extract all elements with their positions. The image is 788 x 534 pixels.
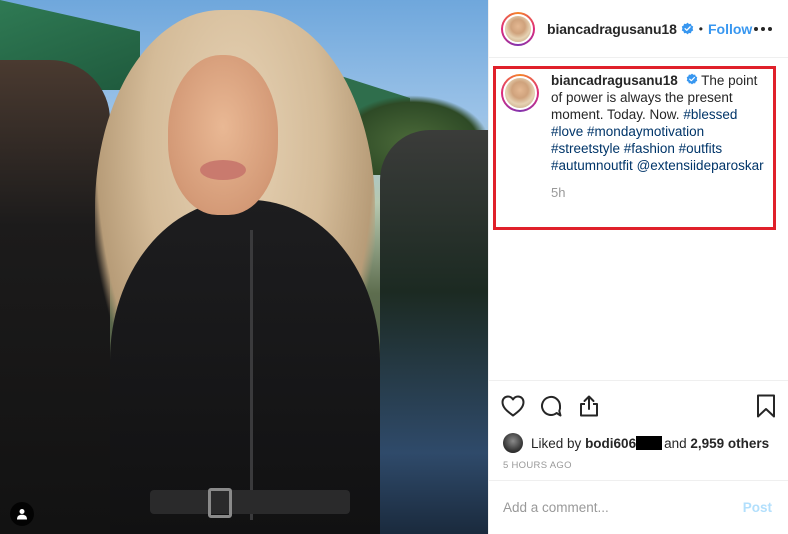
bookmark-icon[interactable] [756, 394, 776, 418]
likes-middle: and [664, 435, 687, 451]
liker-username[interactable]: bodi606 [585, 436, 636, 451]
hashtag-link[interactable]: #autumnoutfit [551, 158, 633, 173]
verified-badge-icon [681, 22, 694, 35]
heart-icon[interactable] [501, 395, 525, 417]
post-side-panel: biancadragusanu18 • Follow biancadragusa… [488, 0, 788, 534]
caption-author-avatar[interactable] [501, 74, 539, 112]
author-username[interactable]: biancadragusanu18 [547, 21, 677, 37]
hashtag-link[interactable]: #streetstyle [551, 141, 620, 156]
instagram-post: biancadragusanu18 • Follow biancadragusa… [0, 0, 788, 534]
post-comment-button[interactable]: Post [743, 500, 772, 515]
share-icon[interactable] [577, 394, 601, 418]
mention-link[interactable]: @extensiideparoskar [637, 158, 764, 173]
hashtag-link[interactable]: #mondaymotivation [587, 124, 704, 139]
photo-subject-belt [150, 490, 350, 514]
photo-subject-lips [200, 160, 246, 180]
post-header: biancadragusanu18 • Follow [489, 0, 788, 58]
photo-subject-jacket [110, 200, 380, 534]
tagged-users-icon[interactable] [10, 502, 34, 526]
likes-others-link[interactable]: 2,959 others [690, 436, 769, 451]
hashtag-link[interactable]: #outfits [679, 141, 723, 156]
caption-verified-badge-icon [686, 73, 698, 85]
caption-username[interactable]: biancadragusanu18 [551, 73, 678, 88]
post-age[interactable]: 5 HOURS AGO [489, 456, 788, 480]
comment-input[interactable] [503, 500, 743, 515]
hashtag-link[interactable]: #love [551, 124, 583, 139]
hashtag-link[interactable]: #fashion [624, 141, 675, 156]
photo-subject-zipper [250, 230, 253, 520]
action-bar [489, 380, 788, 430]
post-photo[interactable] [0, 0, 488, 534]
add-comment-bar: Post [489, 480, 788, 534]
comment-icon[interactable] [539, 394, 563, 418]
caption-timestamp[interactable]: 5h [551, 184, 772, 201]
header-separator: • [698, 21, 703, 36]
hashtag-link[interactable]: #blessed [683, 107, 737, 122]
likes-prefix: Liked by [531, 435, 582, 451]
liker-avatar[interactable] [503, 433, 523, 453]
redaction-bar [636, 436, 663, 450]
photo-subject-buckle [208, 488, 232, 518]
more-options-icon[interactable] [754, 23, 772, 35]
follow-button[interactable]: Follow [708, 21, 752, 37]
photo-bg-person-left [0, 60, 110, 534]
author-avatar[interactable] [501, 11, 535, 46]
likes-row: Liked by bodi606 and 2,959 others [489, 430, 788, 456]
caption-area: biancadragusanu18 The point of power is … [489, 58, 788, 380]
photo-subject-face [168, 55, 278, 215]
caption-body: biancadragusanu18 The point of power is … [551, 72, 772, 201]
photo-bg-person-right [380, 130, 488, 534]
caption-comment: biancadragusanu18 The point of power is … [501, 72, 772, 201]
